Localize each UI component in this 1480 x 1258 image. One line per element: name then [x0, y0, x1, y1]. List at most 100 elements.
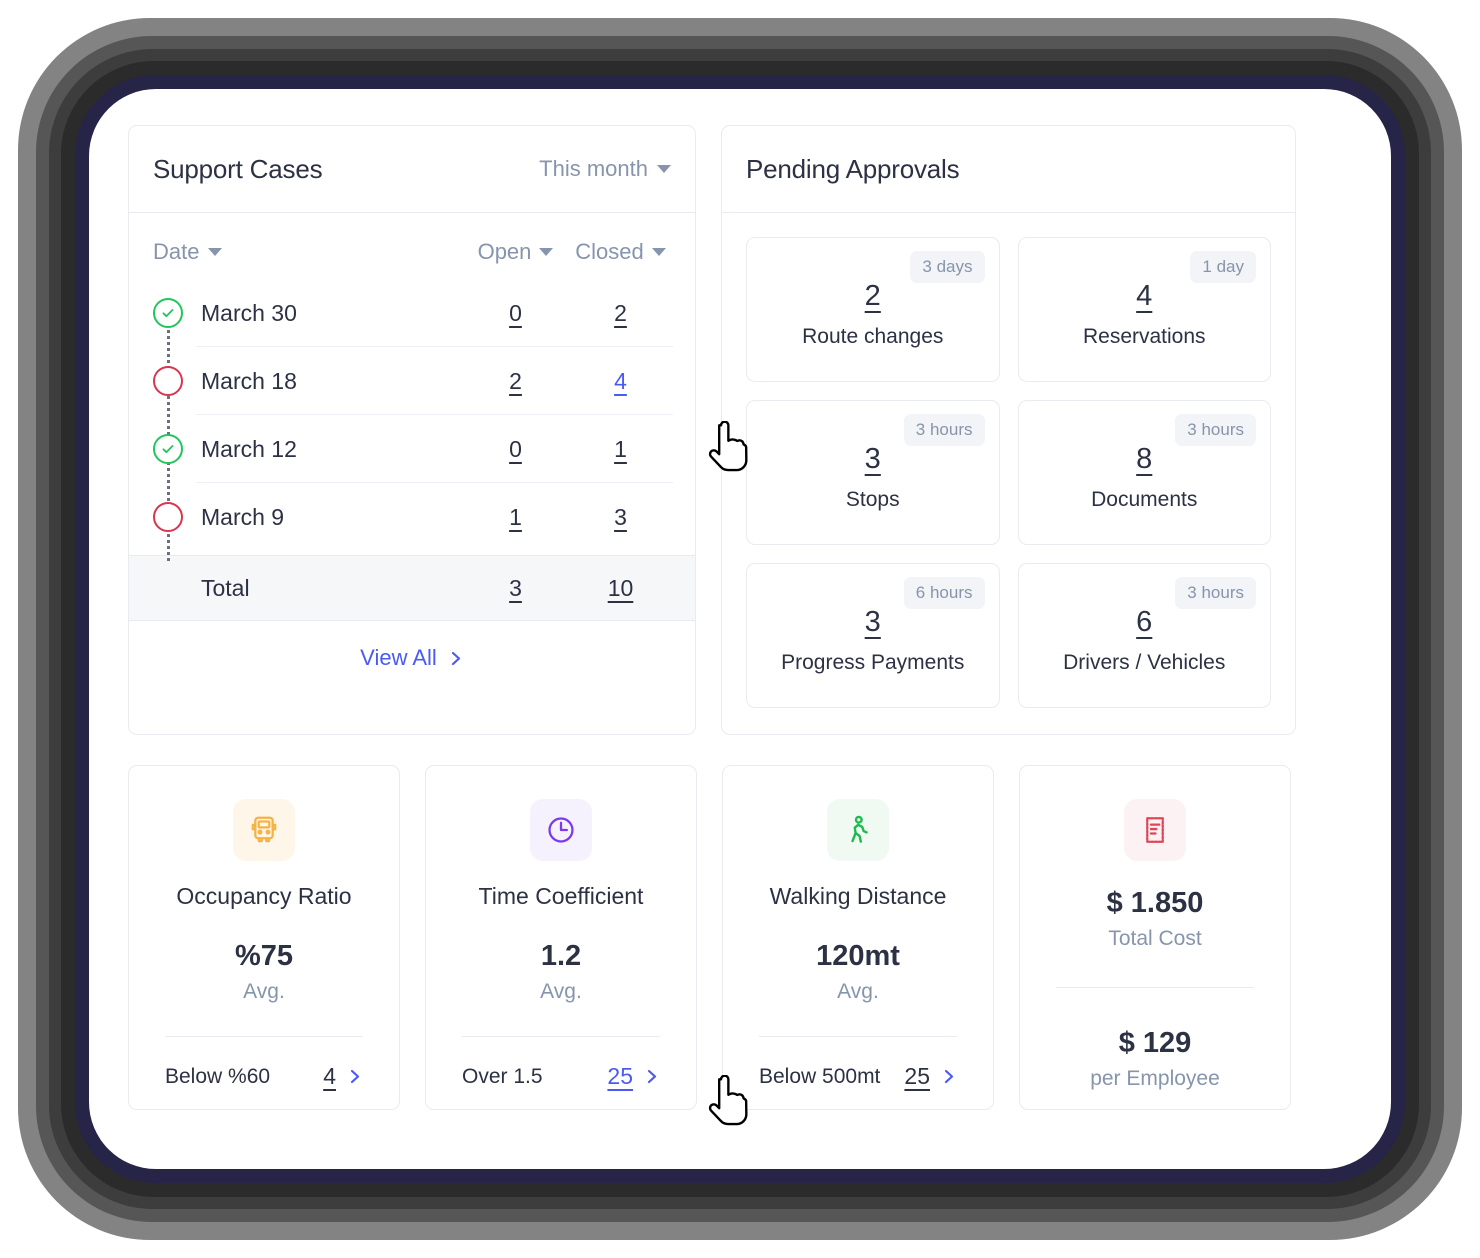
column-header-closed[interactable]: Closed [568, 239, 673, 265]
total-cost-divider [1056, 987, 1254, 988]
approval-age-badge: 1 day [1190, 251, 1256, 283]
chevron-down-icon [651, 248, 666, 256]
approval-age-badge: 3 hours [903, 414, 985, 446]
bezel-layer-3: Support Cases This month Date Open Close… [49, 49, 1431, 1209]
column-header-open[interactable]: Open [463, 239, 568, 265]
metric-threshold-count: 25 [607, 1063, 633, 1089]
row-closed-count[interactable]: 2 [568, 300, 673, 327]
approval-card[interactable]: 3 hours 3 Stops [746, 400, 1000, 545]
screen: Support Cases This month Date Open Close… [89, 89, 1391, 1169]
total-label: Total [201, 574, 250, 601]
metric-threshold-label: Over 1.5 [462, 1064, 543, 1088]
device-bezel: Support Cases This month Date Open Close… [18, 18, 1462, 1240]
support-cases-title: Support Cases [153, 153, 323, 184]
bezel-layer-2: Support Cases This month Date Open Close… [36, 36, 1444, 1222]
view-all-label: View All [360, 645, 437, 670]
approvals-grid: 3 days 2 Route changes 1 day 4 Reservations 3 … [722, 213, 1295, 734]
metric-footer: Below 500mt 25 [759, 1063, 957, 1090]
total-row: Total 3 10 [129, 555, 695, 621]
view-all-link[interactable]: View All [360, 645, 464, 671]
invoice-icon [1124, 799, 1186, 861]
pending-approvals-card: Pending Approvals 3 days 2 Route changes 1 … [721, 125, 1296, 735]
per-employee-value: $ 129 [1118, 1027, 1192, 1059]
metric-sublabel: Avg. [837, 980, 879, 1003]
approval-count[interactable]: 8 [1136, 443, 1152, 476]
support-cases-table: Date Open Closed March 30 0 2 March 18 2… [129, 213, 695, 695]
table-header-row: Date Open Closed [129, 213, 695, 279]
row-date: March 18 [201, 367, 297, 394]
view-all-wrap: View All [129, 621, 695, 695]
metric-value: 120mt [816, 940, 900, 972]
approval-label: Progress Payments [781, 651, 965, 674]
total-cost-label: Total Cost [1108, 927, 1202, 950]
metric-threshold-label: Below %60 [165, 1064, 271, 1088]
metric-threshold-link[interactable]: 25 [904, 1063, 957, 1090]
status-closed-icon [153, 298, 183, 328]
approval-count[interactable]: 2 [865, 280, 881, 313]
period-selector[interactable]: This month [539, 156, 671, 182]
metric-value: 1.2 [540, 940, 582, 972]
row-date: March 12 [201, 435, 297, 462]
row-open-count[interactable]: 0 [463, 436, 568, 463]
metric-card: Time Coefficient 1.2 Avg. Over 1.5 25 [425, 765, 697, 1110]
row-closed-count[interactable]: 3 [568, 504, 673, 531]
chevron-right-icon [451, 651, 460, 665]
total-closed-value: 10 [607, 574, 634, 601]
metric-sublabel: Avg. [540, 980, 582, 1003]
row-open-count[interactable]: 0 [463, 300, 568, 327]
metric-footer: Below %60 4 [165, 1063, 363, 1090]
approval-age-badge: 6 hours [903, 577, 985, 609]
approval-label: Route changes [802, 325, 944, 348]
bezel-layer-4: Support Cases This month Date Open Close… [61, 61, 1419, 1197]
support-cases-header: Support Cases This month [129, 126, 695, 213]
row-date: March 9 [201, 503, 285, 530]
approval-count[interactable]: 3 [865, 606, 881, 639]
metric-footer: Over 1.5 25 [462, 1063, 660, 1090]
approval-card[interactable]: 3 hours 6 Drivers / Vehicles [1017, 563, 1271, 708]
metric-divider [165, 1036, 363, 1037]
approval-age-badge: 3 hours [1175, 414, 1256, 446]
approval-card[interactable]: 1 day 4 Reservations [1017, 237, 1271, 382]
chevron-down-icon [539, 248, 554, 256]
row-closed-count[interactable]: 4 [568, 368, 673, 395]
status-closed-icon [153, 434, 183, 464]
metric-threshold-label: Below 500mt [759, 1064, 881, 1088]
approval-count[interactable]: 3 [865, 443, 881, 476]
support-cases-card: Support Cases This month Date Open Close… [128, 125, 696, 735]
metric-threshold-link[interactable]: 25 [607, 1063, 660, 1090]
approval-label: Drivers / Vehicles [1063, 651, 1226, 674]
column-header-date[interactable]: Date [153, 239, 463, 265]
metric-threshold-link[interactable]: 4 [323, 1063, 363, 1090]
table-row: March 18 2 4 [129, 347, 695, 415]
approval-card[interactable]: 3 hours 8 Documents [1017, 400, 1271, 545]
total-cost-card: $ 1.850 Total Cost $ 129 per Employee [1019, 765, 1291, 1110]
row-open-count[interactable]: 2 [463, 368, 568, 395]
approval-card[interactable]: 6 hours 3 Progress Payments [746, 563, 1000, 708]
table-row: March 30 0 2 [129, 279, 695, 347]
row-open-count[interactable]: 1 [463, 504, 568, 531]
column-header-open-label: Open [477, 239, 532, 264]
chevron-right-icon [647, 1069, 657, 1084]
approval-label: Documents [1091, 488, 1198, 511]
approval-count[interactable]: 6 [1136, 606, 1152, 639]
approval-count[interactable]: 4 [1136, 280, 1152, 313]
approval-age-badge: 3 days [910, 251, 985, 283]
column-header-date-wrap: Date [153, 239, 463, 265]
status-open-icon [153, 502, 183, 532]
metric-threshold-count: 4 [323, 1063, 336, 1089]
metric-card: Walking Distance 120mt Avg. Below 500mt 25 [722, 765, 994, 1110]
top-row: Support Cases This month Date Open Close… [128, 125, 1296, 735]
metric-title: Occupancy Ratio [176, 883, 352, 909]
pending-approvals-header: Pending Approvals [722, 126, 1295, 213]
per-employee-label: per Employee [1090, 1067, 1220, 1090]
approval-card[interactable]: 3 days 2 Route changes [746, 237, 1000, 382]
row-closed-count[interactable]: 1 [568, 436, 673, 463]
clock-icon [530, 799, 592, 861]
total-open-value: 3 [509, 574, 522, 601]
chevron-right-icon [944, 1069, 954, 1084]
metric-title: Walking Distance [769, 883, 947, 909]
chevron-right-icon [350, 1069, 360, 1084]
column-header-closed-label: Closed [575, 239, 644, 264]
dashboard-content: Support Cases This month Date Open Close… [128, 125, 1296, 1110]
chevron-down-icon [208, 248, 223, 256]
